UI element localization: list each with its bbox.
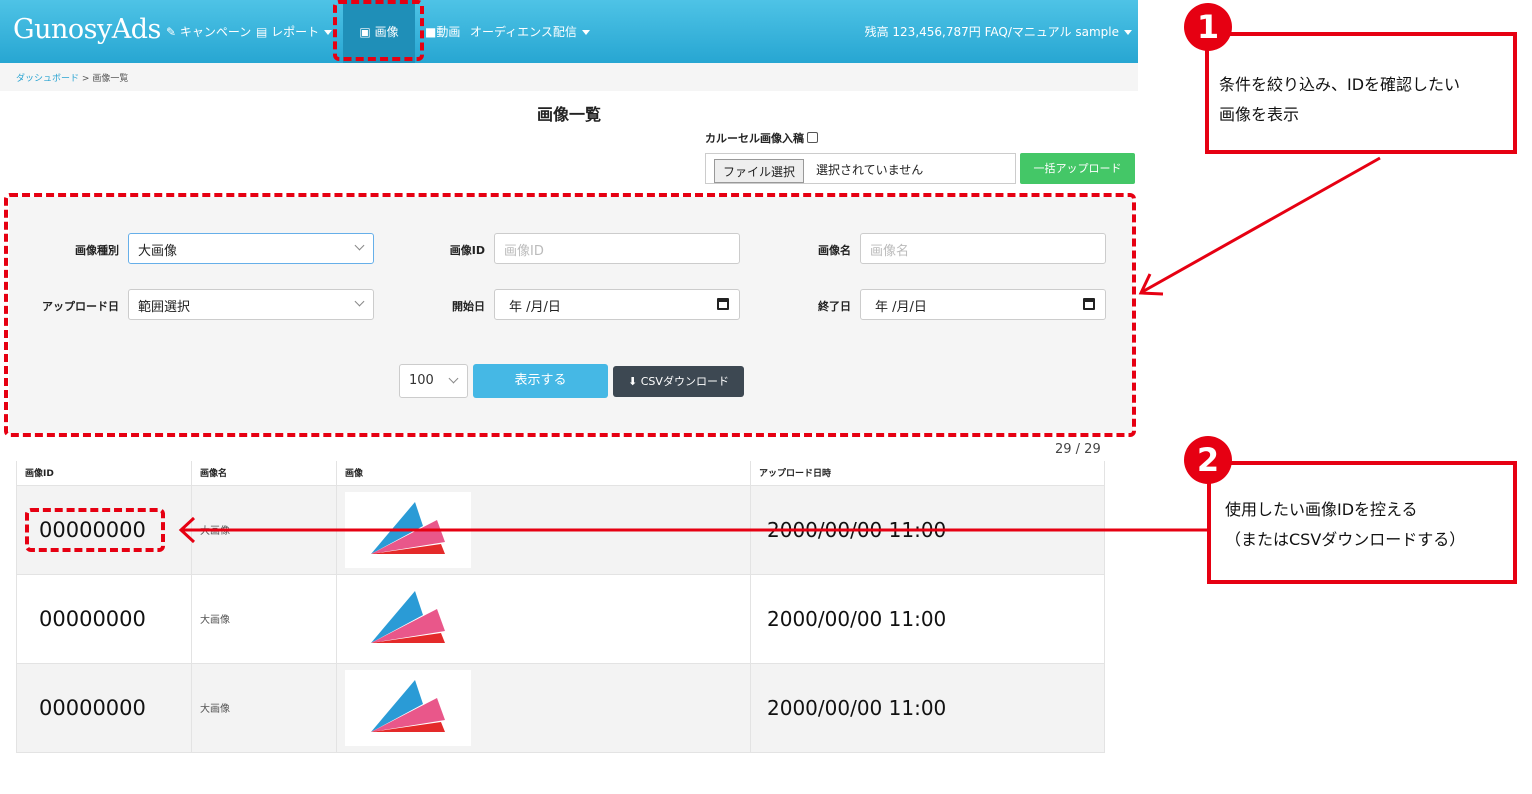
col-image-name[interactable]: 画像名 xyxy=(191,461,337,486)
carousel-label: カルーセル画像入稿 xyxy=(705,132,804,145)
image-id-cell: 00000000 xyxy=(16,662,192,753)
upload-date-cell: 2000/00/00 11:00 xyxy=(750,662,1105,753)
chevron-down-icon xyxy=(581,30,590,35)
nav-video[interactable]: ■動画 xyxy=(425,23,460,40)
file-select-button[interactable]: ファイル選択 xyxy=(714,159,805,183)
breadcrumb-dashboard[interactable]: ダッシュボード xyxy=(16,74,79,84)
highlight-filter-panel xyxy=(4,193,1136,437)
gunosy-logo-icon[interactable] xyxy=(345,580,471,657)
upload-date-cell: 2000/00/00 11:00 xyxy=(750,573,1105,664)
col-image-id[interactable]: 画像ID xyxy=(16,461,192,486)
user-menu[interactable]: sample xyxy=(1075,25,1119,39)
carousel-checkbox[interactable] xyxy=(807,132,818,143)
image-name-cell: 大画像 xyxy=(191,484,337,575)
callout-2-line1: 使用したい画像IDを控える xyxy=(1225,500,1418,519)
chevron-down-icon xyxy=(1124,30,1132,35)
table-row[interactable]: 00000000 大画像 2000/00/00 11:00 xyxy=(16,662,1105,753)
top-navbar: GunosyAds ✎ キャンペーン ▤ レポート ▣ 画像 ■動画 オーディエ… xyxy=(0,0,1138,63)
faq-link[interactable]: FAQ/マニュアル xyxy=(985,25,1072,39)
breadcrumb-current: 画像一覧 xyxy=(92,74,129,84)
chevron-down-icon xyxy=(324,30,333,35)
step-badge-2: 2 xyxy=(1184,436,1232,484)
nav-campaign-label: キャンペーン xyxy=(179,25,252,39)
carousel-upload: カルーセル画像入稿 xyxy=(705,130,818,146)
image-table: 画像ID 画像名 画像 アップロード日時 00000000 大画像 2000/0… xyxy=(16,461,1105,753)
nav-audience-label: オーディエンス配信 xyxy=(470,25,577,39)
table-row[interactable]: 00000000 大画像 2000/00/00 11:00 xyxy=(16,573,1105,664)
gunosy-logo-icon[interactable] xyxy=(345,669,471,746)
nav-campaign[interactable]: ✎ キャンペーン xyxy=(166,23,251,40)
file-status: 選択されていません xyxy=(816,163,924,177)
callout-1: 条件を絞り込み、IDを確認したい 画像を表示 xyxy=(1205,32,1517,154)
col-upload-date[interactable]: アップロード日時 xyxy=(750,461,1105,486)
callout-1-line2: 画像を表示 xyxy=(1219,105,1300,124)
image-thumb-cell xyxy=(336,662,751,753)
image-thumb-cell xyxy=(336,484,751,575)
nav-audience[interactable]: オーディエンス配信 xyxy=(470,23,590,40)
brand-logo[interactable]: GunosyAds xyxy=(13,14,161,45)
breadcrumb: ダッシュボード > 画像一覧 xyxy=(0,63,1138,91)
callout-2: 使用したい画像IDを控える （またはCSVダウンロードする） xyxy=(1207,461,1517,584)
image-name-cell: 大画像 xyxy=(191,662,337,753)
balance-text: 残高 123,456,787円 xyxy=(864,25,981,39)
highlight-nav-image xyxy=(333,0,424,61)
image-thumb-cell xyxy=(336,573,751,664)
col-image: 画像 xyxy=(336,461,751,486)
highlight-image-id xyxy=(25,508,165,552)
bulk-upload-button[interactable]: 一括アップロード xyxy=(1020,153,1135,184)
page-title: 画像一覧 xyxy=(536,105,601,124)
gunosy-logo-icon[interactable] xyxy=(345,491,471,568)
result-counter: 29 / 29 xyxy=(1055,442,1101,457)
list-icon: ▤ xyxy=(256,25,268,39)
tag-icon: ✎ xyxy=(166,25,177,39)
callout-1-line1: 条件を絞り込み、IDを確認したい xyxy=(1219,75,1461,94)
nav-report[interactable]: ▤ レポート xyxy=(256,23,333,40)
nav-report-label: レポート xyxy=(271,25,320,39)
video-icon: ■ xyxy=(425,25,437,39)
breadcrumb-separator: > xyxy=(81,74,90,84)
nav-right: 残高 123,456,787円 FAQ/マニュアル sample xyxy=(865,23,1132,40)
image-id-cell: 00000000 xyxy=(16,573,192,664)
file-input[interactable]: ファイル選択 選択されていません xyxy=(705,153,1016,184)
nav-video-label: 動画 xyxy=(436,25,461,39)
image-name-cell: 大画像 xyxy=(191,573,337,664)
callout-2-line2: （またはCSVダウンロードする） xyxy=(1225,530,1466,549)
table-header-row: 画像ID 画像名 画像 アップロード日時 xyxy=(16,461,1105,486)
table-row[interactable]: 00000000 大画像 2000/00/00 11:00 xyxy=(16,484,1105,575)
step-badge-1: 1 xyxy=(1184,3,1232,51)
upload-date-cell: 2000/00/00 11:00 xyxy=(750,484,1105,575)
